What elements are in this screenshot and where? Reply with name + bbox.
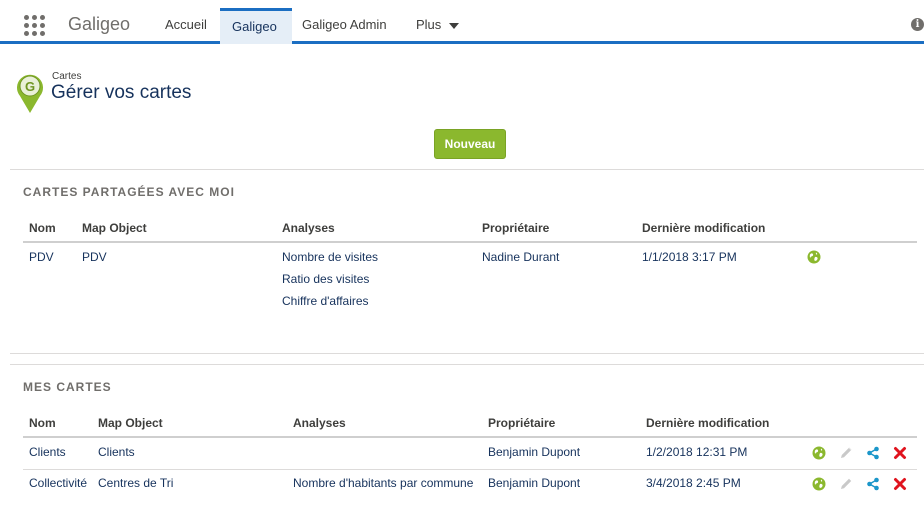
cell-modified: 1/1/2018 3:17 PM	[642, 250, 737, 264]
breadcrumb: Cartes	[52, 71, 82, 82]
cell-modified: 1/2/2018 12:31 PM	[646, 445, 748, 459]
tab-label: Accueil	[165, 17, 207, 32]
table-header-divider	[23, 241, 917, 243]
cell-map-object: PDV	[82, 250, 107, 264]
globe-icon[interactable]	[807, 250, 821, 264]
cell-analysis: Nombre de visites	[282, 250, 379, 264]
cell-owner: Benjamin Dupont	[488, 445, 581, 459]
divider	[10, 364, 924, 365]
galigeo-logo: G	[17, 74, 43, 113]
cell-name: PDV	[29, 250, 54, 264]
info-icon[interactable]: i	[911, 18, 924, 31]
share-icon[interactable]	[866, 446, 880, 460]
pencil-icon[interactable]	[839, 477, 853, 491]
cell-map-object: Centres de Tri	[98, 476, 174, 490]
column-header-owner: Propriétaire	[488, 416, 556, 430]
tab-galigeo-admin[interactable]: Galigeo Admin	[290, 8, 399, 44]
tab-label: Galigeo Admin	[302, 17, 387, 32]
table-header-divider	[23, 436, 917, 438]
app-launcher-icon[interactable]	[24, 15, 46, 37]
new-map-button[interactable]: Nouveau	[434, 129, 506, 159]
column-header-name: Nom	[29, 416, 56, 430]
page-title: Gérer vos cartes	[51, 82, 192, 103]
section-title-mine: MES CARTES	[23, 380, 112, 394]
column-header-owner: Propriétaire	[482, 221, 550, 235]
svg-text:G: G	[25, 79, 35, 94]
column-header-map-object: Map Object	[98, 416, 163, 430]
app-name: Galigeo	[68, 14, 131, 34]
column-header-analyses: Analyses	[293, 416, 346, 430]
tab-label: Galigeo	[232, 19, 277, 34]
tab-label: Plus	[416, 17, 442, 32]
column-header-modified: Dernière modification	[646, 416, 770, 430]
delete-icon[interactable]	[893, 477, 907, 491]
cell-name: Collectivité	[29, 476, 88, 490]
cell-analysis: Nombre d'habitants par commune	[293, 476, 474, 490]
cell-modified: 3/4/2018 2:45 PM	[646, 476, 741, 490]
tab-accueil[interactable]: Accueil	[153, 8, 219, 44]
tab-galigeo[interactable]: Galigeo	[220, 8, 292, 44]
column-header-map-object: Map Object	[82, 221, 147, 235]
top-navigation-bar: Galigeo Accueil Galigeo Galigeo Admin Pl…	[0, 0, 924, 44]
column-header-modified: Dernière modification	[642, 221, 766, 235]
column-header-name: Nom	[29, 221, 56, 235]
globe-icon[interactable]	[812, 477, 826, 491]
column-header-analyses: Analyses	[282, 221, 335, 235]
cell-owner: Nadine Durant	[482, 250, 560, 264]
row-divider	[23, 469, 917, 470]
divider	[10, 169, 924, 170]
cell-owner: Benjamin Dupont	[488, 476, 581, 490]
delete-icon[interactable]	[893, 446, 907, 460]
share-icon[interactable]	[866, 477, 880, 491]
section-title-shared: CARTES PARTAGÉES AVEC MOI	[23, 185, 235, 199]
cell-name: Clients	[29, 445, 66, 459]
divider	[10, 353, 924, 354]
globe-icon[interactable]	[812, 446, 826, 460]
pencil-icon[interactable]	[839, 446, 853, 460]
chevron-down-icon	[449, 22, 460, 29]
cell-analysis: Chiffre d'affaires	[282, 294, 369, 308]
tab-plus[interactable]: Plus	[404, 8, 471, 44]
cell-map-object: Clients	[98, 445, 135, 459]
cell-analysis: Ratio des visites	[282, 272, 370, 286]
